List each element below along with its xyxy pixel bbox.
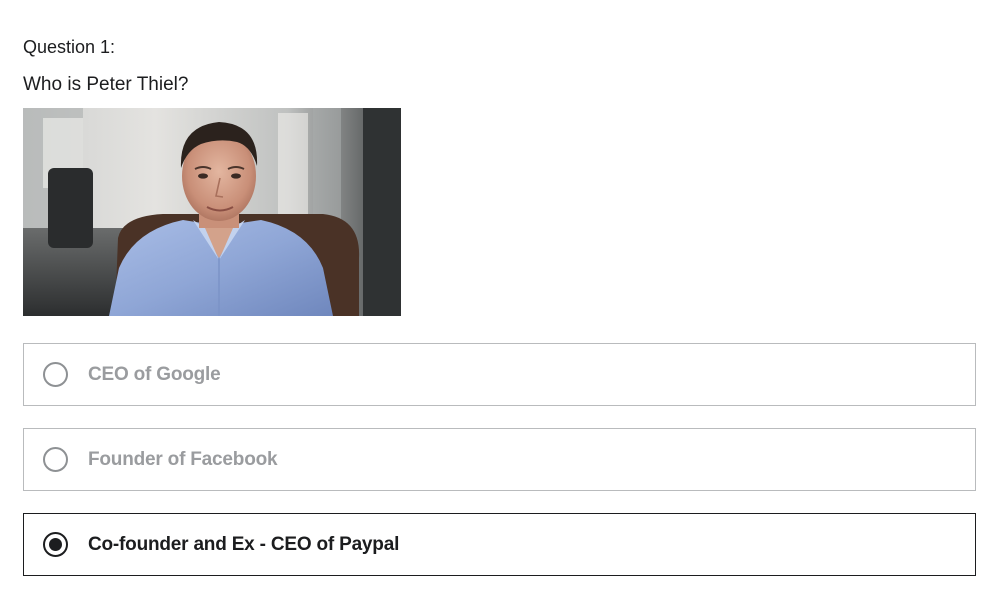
question-text: Who is Peter Thiel? bbox=[23, 74, 189, 95]
radio-selected-dot bbox=[49, 538, 62, 551]
answer-option-cofounder-paypal[interactable]: Co-founder and Ex - CEO of Paypal bbox=[23, 513, 976, 576]
answer-option-ceo-of-google[interactable]: CEO of Google bbox=[23, 343, 976, 406]
answer-option-label: Founder of Facebook bbox=[88, 449, 278, 470]
answer-option-founder-of-facebook[interactable]: Founder of Facebook bbox=[23, 428, 976, 491]
radio-button-checked[interactable] bbox=[43, 532, 68, 557]
question-number: Question 1: bbox=[23, 37, 116, 57]
radio-button-unchecked[interactable] bbox=[43, 447, 68, 472]
answer-option-label: CEO of Google bbox=[88, 364, 221, 385]
question-image bbox=[23, 108, 401, 316]
radio-button-unchecked[interactable] bbox=[43, 362, 68, 387]
answer-option-label: Co-founder and Ex - CEO of Paypal bbox=[88, 534, 400, 555]
